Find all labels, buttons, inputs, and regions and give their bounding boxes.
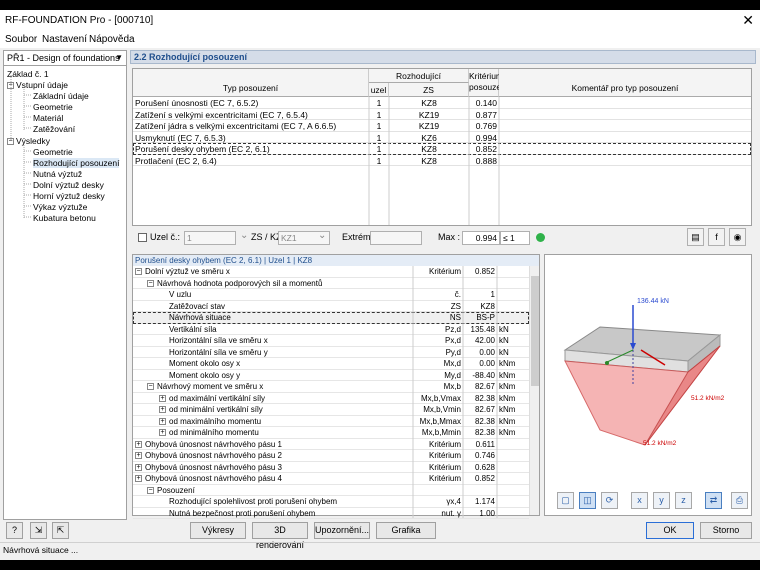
chevron-down-icon: ▼: [115, 53, 123, 62]
status-bar: Návrhová situace ...: [0, 542, 760, 556]
chevron-down-icon[interactable]: ⌄: [318, 230, 326, 241]
max-value: 0.994: [462, 231, 500, 245]
pressure-label-bottom: 51.2 kN/m2: [643, 440, 677, 447]
col-header-node: uzel: [369, 83, 389, 97]
view-3d-icon[interactable]: ◫: [579, 492, 596, 509]
help-icon[interactable]: ?: [6, 522, 23, 539]
details-header: Porušení desky ohybem (EC 2, 6.1) | Uzel…: [133, 255, 539, 266]
node-select[interactable]: 1: [184, 231, 236, 245]
tree-lines: [10, 75, 32, 218]
upozorneni-button[interactable]: Upozornění...: [314, 522, 370, 539]
vykresy-button[interactable]: Výkresy: [190, 522, 246, 539]
col-header-zs: ZS: [389, 83, 469, 97]
node-checkbox[interactable]: [138, 233, 147, 242]
col-header-decisive: Rozhodující: [369, 69, 469, 83]
view-x-icon[interactable]: x: [631, 492, 648, 509]
rotate-icon[interactable]: ⟳: [601, 492, 618, 509]
extrem-label: Extrém:: [342, 232, 374, 242]
case-select[interactable]: PŘ1 - Design of foundations ▼: [4, 51, 126, 66]
max-label: Max :: [438, 232, 461, 242]
title-bar: RF-FOUNDATION Pro - [000710] ✕: [0, 10, 760, 32]
table1-grid: [368, 97, 500, 225]
design-details-table: Porušení desky ohybem (EC 2, 6.1) | Uzel…: [132, 254, 540, 519]
menu-nastaveni[interactable]: Nastavení: [42, 34, 87, 45]
window-title: RF-FOUNDATION Pro - [000710]: [5, 15, 154, 26]
status-ok-icon: [536, 233, 545, 242]
results-area: 2.2 Rozhodující posouzení Typ posouzení …: [130, 50, 756, 520]
main-window: RF-FOUNDATION Pro - [000710] ✕ Soubor Na…: [0, 10, 760, 560]
view-iso-icon[interactable]: ▢: [557, 492, 574, 509]
force-label: 136.44 kN: [637, 298, 669, 305]
values-icon[interactable]: ⇄: [705, 492, 722, 509]
ok-button[interactable]: OK: [646, 522, 694, 539]
case-select-value: PŘ1 - Design of foundations: [7, 53, 120, 63]
grafika-button[interactable]: Grafika: [376, 522, 436, 539]
table-settings-icon[interactable]: ▤: [687, 228, 704, 246]
print-icon[interactable]: ⎙: [731, 492, 748, 509]
section-title: 2.2 Rozhodující posouzení: [134, 52, 248, 62]
col-header-comment: Komentář pro typ posouzení: [499, 69, 751, 97]
view-y-icon[interactable]: y: [653, 492, 670, 509]
menu-bar: Soubor Nastavení Nápověda: [0, 32, 760, 48]
menu-napoveda[interactable]: Nápověda: [89, 34, 135, 45]
export-icon[interactable]: ⇲: [30, 522, 47, 539]
tree-result-rozhodujici[interactable]: Rozhodující posouzení: [33, 158, 120, 168]
axis-point: [605, 361, 609, 365]
import-icon[interactable]: ⇱: [52, 522, 69, 539]
storno-button[interactable]: Storno: [700, 522, 752, 539]
menu-soubor[interactable]: Soubor: [5, 34, 37, 45]
filter-bar: Uzel č.: 1 ⌄ ZS / KZ: KZ1 ⌄ Extrém: Max …: [132, 228, 752, 248]
col-header-criterion: Kritérium posouzení: [469, 69, 508, 97]
node-label: Uzel č.:: [150, 232, 181, 242]
close-icon[interactable]: ✕: [742, 12, 754, 29]
pressure-label-right: 51.2 kN/m2: [691, 395, 725, 402]
col-header-type: Typ posouzení: [133, 69, 369, 97]
details-grid: [412, 266, 498, 518]
crit-header-1: Kritérium: [469, 71, 504, 81]
chevron-down-icon[interactable]: ⌄: [240, 230, 248, 241]
status-text: Návrhová situace ...: [3, 545, 79, 555]
view-z-icon[interactable]: z: [675, 492, 692, 509]
graphic-panel: 136.44 kN 51.2 kN/m2 51.2 kN/m2 ▢ ◫ ⟳ x …: [544, 254, 752, 516]
section-header: 2.2 Rozhodující posouzení: [130, 50, 756, 64]
extrem-select[interactable]: [370, 231, 422, 245]
navigator-panel: PŘ1 - Design of foundations ▼ Základ č. …: [3, 50, 127, 520]
render-button[interactable]: 3D renderování: [252, 522, 308, 550]
foundation-3d-view: 136.44 kN 51.2 kN/m2 51.2 kN/m2: [563, 298, 725, 447]
scrollbar-thumb[interactable]: [531, 276, 539, 386]
details-scrollbar[interactable]: [529, 266, 539, 515]
max-limit: ≤ 1: [500, 231, 530, 245]
view-icon[interactable]: ◉: [729, 228, 746, 246]
filter-icon[interactable]: f: [708, 228, 725, 246]
decisive-design-table: Typ posouzení Rozhodující uzel ZS Kritér…: [132, 68, 752, 226]
